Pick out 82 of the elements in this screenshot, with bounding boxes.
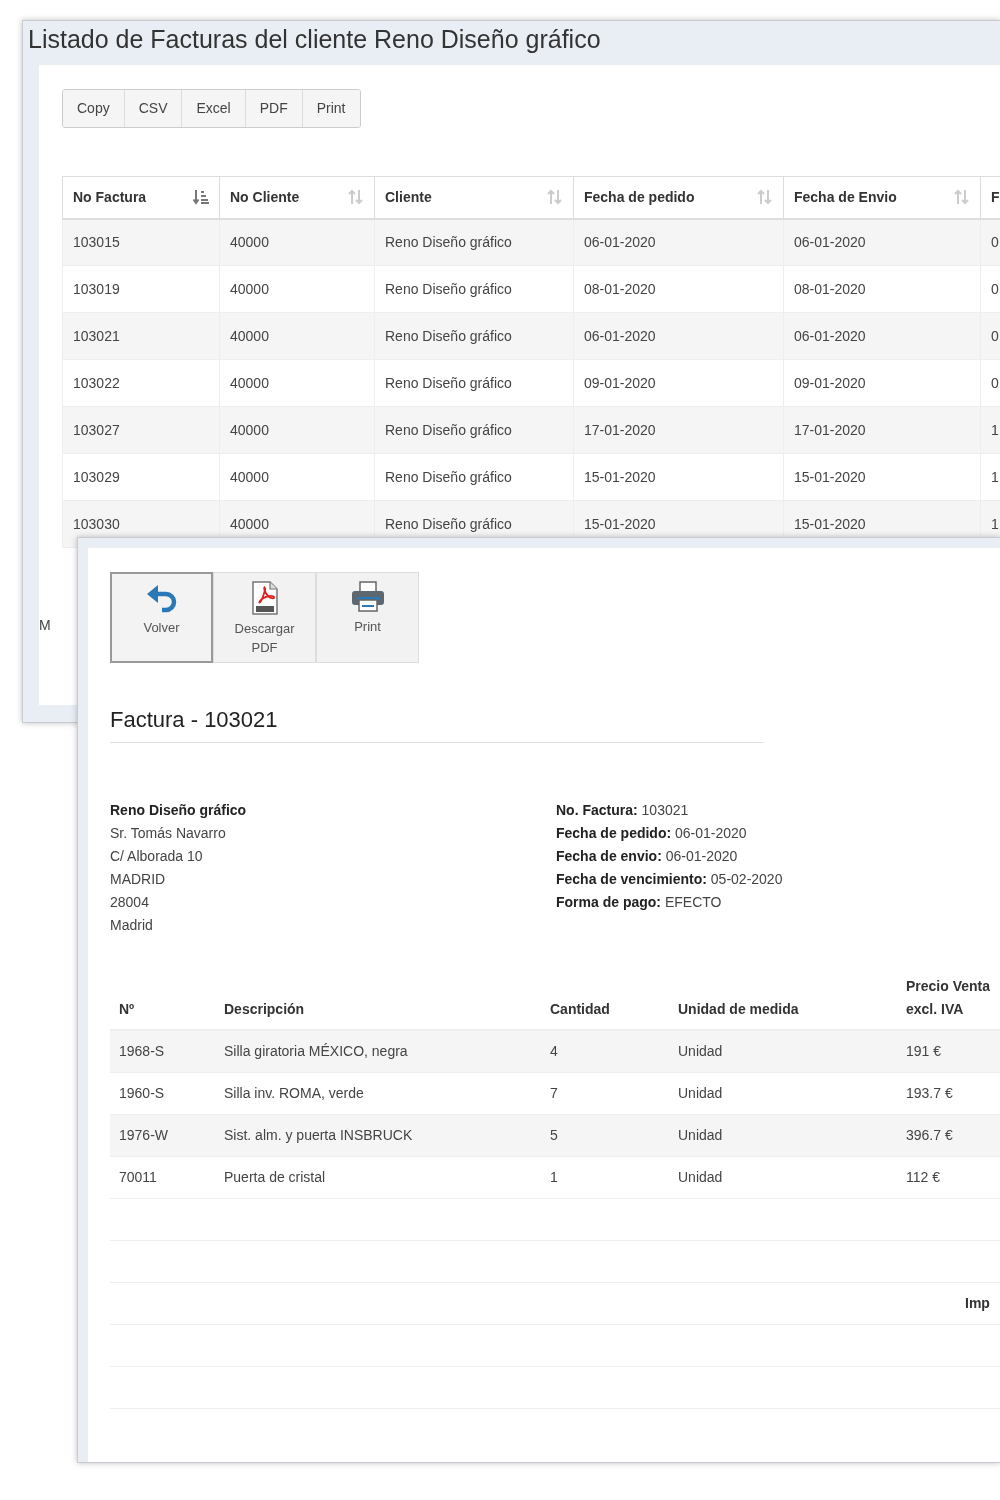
table-cell: Unidad	[669, 1114, 897, 1156]
toolbar-button[interactable]: Descargar PDF	[213, 572, 316, 663]
table-cell: 06-01-2020	[573, 312, 784, 360]
detail-line: Fecha de pedido: 06-01-2020	[556, 824, 748, 843]
table-cell: 08-01-2020	[573, 265, 784, 313]
table-cell: 103015	[62, 218, 220, 266]
table-cell: 06-01-2020	[573, 218, 784, 266]
table-cell: 09-01-2020	[573, 359, 784, 407]
table-cell: 1968-S	[110, 1030, 215, 1072]
table-cell: 1976-W	[110, 1114, 215, 1156]
table-cell: 1	[541, 1156, 669, 1198]
table-cell: 193.7 €	[897, 1072, 1000, 1114]
address-line: C/ Alborada 10	[110, 847, 204, 866]
table-cell: Reno Diseño gráfico	[374, 359, 574, 407]
table-cell: 40000	[219, 218, 375, 266]
table-cell: Sist. alm. y puerta INSBRUCK	[215, 1114, 541, 1156]
export-button[interactable]: Copy	[63, 90, 125, 127]
table-cell: 112 €	[897, 1156, 1000, 1198]
table-cell: 4	[541, 1030, 669, 1072]
table-cell: Reno Diseño gráfico	[374, 218, 574, 266]
table-cell: 103021	[62, 312, 220, 360]
detail-line: Forma de pago: EFECTO	[556, 893, 723, 912]
window-title: Listado de Facturas del cliente Reno Diseño gráfico	[27, 24, 602, 55]
undo-icon	[145, 582, 178, 614]
table-cell: 09-01-2020	[783, 359, 981, 407]
invoice-title: Factura - 103021	[110, 703, 763, 743]
table-cell: 06-01-2020	[783, 218, 981, 266]
table-cell: 1960-S	[110, 1072, 215, 1114]
table-cell: Reno Diseño gráfico	[374, 406, 574, 454]
address-line: Madrid	[110, 916, 154, 935]
column-header[interactable]: Cliente	[374, 176, 574, 219]
table-cell: 06-01-2020	[783, 312, 981, 360]
table-cell: 17-01-2020	[783, 406, 981, 454]
detail-line: Fecha de envio: 06-01-2020	[556, 847, 739, 866]
customer-name: Reno Diseño gráfico	[110, 801, 248, 820]
footer-text: M	[39, 616, 51, 635]
table-cell: 70011	[110, 1156, 215, 1198]
printer-icon	[350, 581, 385, 613]
table-cell: 40000	[219, 312, 375, 360]
table-cell: Reno Diseño gráfico	[374, 312, 574, 360]
table-cell: Puerta de cristal	[215, 1156, 541, 1198]
table-cell: 396.7 €	[897, 1114, 1000, 1156]
table-cell: 7	[541, 1072, 669, 1114]
table-cell: 103027	[62, 406, 220, 454]
address-line: MADRID	[110, 870, 167, 889]
table-cell: 15-01-2020	[573, 453, 784, 501]
detail-line: Fecha de vencimiento: 05-02-2020	[556, 870, 783, 889]
table-cell: Unidad	[669, 1030, 897, 1072]
table-cell: Silla inv. ROMA, verde	[215, 1072, 541, 1114]
table-cell: 40000	[219, 359, 375, 407]
toolbar-button[interactable]: Volver	[110, 572, 213, 663]
export-button[interactable]: Excel	[182, 90, 246, 127]
table-cell: Reno Diseño gráfico	[374, 453, 574, 501]
address-line: Sr. Tomás Navarro	[110, 824, 227, 843]
table-cell: Unidad	[669, 1156, 897, 1198]
table-cell: Silla giratoria MÉXICO, negra	[215, 1030, 541, 1072]
totals-label: Imp	[965, 1294, 990, 1311]
toolbar-button[interactable]: Print	[316, 572, 419, 663]
table-cell: 40000	[219, 406, 375, 454]
table-cell: 103029	[62, 453, 220, 501]
column-header[interactable]: Fecha de pedido	[573, 176, 784, 219]
table-cell: 15-01-2020	[783, 453, 981, 501]
export-button[interactable]: PDF	[245, 90, 303, 127]
detail-line: No. Factura: 103021	[556, 801, 690, 820]
table-cell: 5	[541, 1114, 669, 1156]
pdf-icon	[250, 581, 279, 615]
column-header[interactable]: Fecha de Envio	[783, 176, 981, 219]
table-cell: Reno Diseño gráfico	[374, 265, 574, 313]
column-header[interactable]: No Cliente	[219, 176, 375, 219]
column-header[interactable]: No Factura	[62, 176, 220, 219]
table-cell: 40000	[219, 265, 375, 313]
address-line: 28004	[110, 893, 150, 912]
table-cell: 40000	[219, 453, 375, 501]
export-button[interactable]: CSV	[124, 90, 183, 127]
column-header[interactable]: F	[980, 176, 1000, 219]
table-cell: 191 €	[897, 1030, 1000, 1072]
export-button[interactable]: Print	[302, 90, 360, 127]
table-cell: 103022	[62, 359, 220, 407]
table-cell: 17-01-2020	[573, 406, 784, 454]
table-cell: 103019	[62, 265, 220, 313]
table-cell: 08-01-2020	[783, 265, 981, 313]
table-cell: Unidad	[669, 1072, 897, 1114]
